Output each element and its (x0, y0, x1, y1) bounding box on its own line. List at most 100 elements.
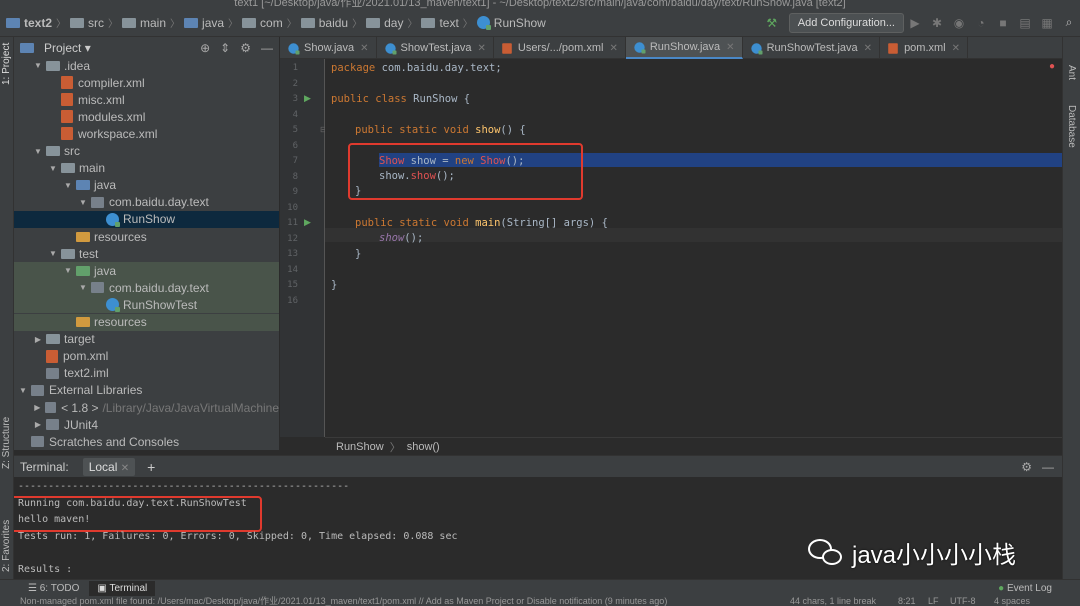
structure-tool-button[interactable]: Z: Structure (1, 417, 12, 469)
folder-icon (46, 146, 60, 156)
expand-arrow-icon[interactable]: ▼ (78, 198, 88, 207)
gear-icon[interactable]: ⚙ (240, 41, 251, 55)
status-position[interactable]: 8:21 (898, 596, 916, 606)
close-icon[interactable]: ✕ (952, 43, 960, 54)
crumb-project[interactable]: text2 〉 (6, 15, 66, 30)
close-icon[interactable]: ✕ (609, 43, 617, 54)
editor-tab[interactable]: RunShow.java ✕ (625, 37, 743, 59)
crumb-runshow[interactable]: RunShow (476, 16, 546, 30)
collapse-icon[interactable]: ⇕ (220, 41, 230, 55)
code-editor[interactable]: package com.baidu.day.text; public class… (325, 59, 1062, 437)
profile-icon[interactable]: ◔ (970, 16, 992, 30)
add-configuration-button[interactable]: Add Configuration... (788, 12, 904, 33)
tree-item[interactable]: ▼ com.baidu.day.text (14, 194, 279, 211)
status-indent[interactable]: 4 spaces (994, 596, 1030, 606)
tree-item[interactable]: resources (14, 228, 279, 245)
run-icon[interactable]: ▶ (904, 16, 926, 30)
expand-arrow-icon[interactable]: ▼ (63, 181, 73, 190)
minimize-icon[interactable]: — (261, 41, 273, 55)
minimize-icon[interactable]: — (1042, 460, 1054, 474)
project-structure-icon[interactable]: ▤ (1014, 16, 1036, 30)
tree-item[interactable]: misc.xml (14, 91, 279, 108)
search-icon[interactable]: ⌕ (1058, 15, 1080, 30)
expand-arrow-icon[interactable]: ▼ (33, 61, 43, 70)
run-gutter-icon[interactable]: ▶ (304, 217, 311, 228)
tree-item-label: workspace.xml (78, 126, 158, 141)
database-tool-button[interactable]: Database (1066, 105, 1077, 148)
crumb-baidu[interactable]: baidu 〉 (300, 15, 362, 30)
tree-item[interactable]: ▼ test (14, 245, 279, 262)
gear-icon[interactable]: ⚙ (1021, 460, 1032, 474)
tree-item[interactable]: modules.xml (14, 108, 279, 125)
code-line-15: } (331, 279, 338, 291)
ant-tool-button[interactable]: Ant (1066, 65, 1077, 80)
run-gutter-icon[interactable]: ▶ (304, 93, 311, 104)
project-tool-button[interactable]: 1: Project (1, 43, 12, 85)
stop-icon[interactable]: ■ (992, 16, 1014, 30)
tree-item[interactable]: pom.xml (14, 348, 279, 365)
tree-item[interactable]: RunShowTest (14, 296, 279, 314)
tree-item[interactable]: ▼ .idea (14, 57, 279, 74)
new-terminal-button[interactable]: + (147, 459, 155, 475)
expand-arrow-icon[interactable]: ▼ (63, 266, 73, 275)
breadcrumb-method[interactable]: show() (407, 441, 440, 453)
collapse-arrow-icon[interactable]: ▶ (33, 335, 43, 344)
editor-tab[interactable]: Users/.../pom.xml ✕ (494, 37, 626, 59)
tree-item[interactable]: ▼ java (14, 177, 279, 194)
crumb-java[interactable]: java 〉 (184, 15, 238, 30)
close-icon[interactable]: ✕ (477, 43, 485, 54)
close-icon[interactable]: ✕ (864, 43, 872, 54)
status-line-separator[interactable]: LF (928, 596, 939, 606)
project-view-selector[interactable]: Project ▾ (44, 41, 91, 55)
close-icon[interactable]: ✕ (726, 42, 734, 53)
expand-arrow-icon[interactable]: ▼ (48, 249, 58, 258)
window-title: text1 [~/Desktop/java/作业/2021.01/13_mave… (0, 0, 1080, 9)
editor-tab[interactable]: ShowTest.java ✕ (377, 37, 494, 59)
tree-item[interactable]: ▶ < 1.8 >/Library/Java/JavaVirtualMachine (14, 399, 279, 416)
crumb-com[interactable]: com 〉 (242, 15, 297, 30)
tree-item[interactable]: ▼ com.baidu.day.text (14, 279, 279, 297)
terminal-tab[interactable]: ▣ Terminal (89, 580, 156, 596)
todo-tab[interactable]: ☰ 6: TODO (28, 583, 79, 594)
editor-tab[interactable]: RunShowTest.java ✕ (743, 37, 881, 59)
status-encoding[interactable]: UTF-8 (950, 596, 976, 606)
locate-icon[interactable]: ⊕ (200, 41, 210, 55)
coverage-icon[interactable]: ◉ (948, 16, 970, 30)
crumb-text[interactable]: text 〉 (421, 15, 473, 30)
hammer-icon[interactable]: ⚒ (761, 16, 783, 30)
tree-item[interactable]: ▼ External Libraries (14, 382, 279, 399)
crumb-day[interactable]: day 〉 (366, 15, 417, 30)
status-message[interactable]: Non-managed pom.xml file found: /Users/m… (20, 596, 667, 606)
favorites-tool-button[interactable]: 2: Favorites (1, 520, 12, 572)
tree-item[interactable]: resources (14, 313, 279, 331)
sdk-icon[interactable]: ▦ (1036, 16, 1058, 30)
editor-tab-label: pom.xml (904, 42, 946, 54)
tree-item[interactable]: RunShow (14, 210, 279, 228)
tree-item[interactable]: text2.iml (14, 365, 279, 382)
terminal-tab-local[interactable]: Local ✕ (82, 457, 136, 476)
tree-item[interactable]: ▶ JUnit4 (14, 416, 279, 433)
close-icon[interactable]: ✕ (360, 43, 368, 54)
collapse-arrow-icon[interactable]: ▶ (33, 403, 42, 412)
tree-item[interactable]: ▼ java (14, 262, 279, 280)
tree-item[interactable]: workspace.xml (14, 125, 279, 142)
expand-arrow-icon[interactable]: ▼ (48, 164, 58, 173)
debug-icon[interactable]: ✱ (926, 16, 948, 30)
expand-arrow-icon[interactable]: ▼ (18, 386, 28, 395)
crumb-src[interactable]: src 〉 (70, 15, 118, 30)
editor-tab[interactable]: pom.xml ✕ (880, 37, 969, 59)
event-log-tab[interactable]: ● Event Log (998, 583, 1052, 594)
code-line-12: show(); (379, 232, 424, 244)
expand-arrow-icon[interactable]: ▼ (33, 147, 43, 156)
tree-item[interactable]: ▼ src (14, 143, 279, 160)
breadcrumb-class[interactable]: RunShow (336, 441, 384, 453)
tree-item[interactable]: compiler.xml (14, 74, 279, 91)
expand-arrow-icon[interactable]: ▼ (78, 283, 88, 292)
tree-item[interactable]: Scratches and Consoles (14, 433, 279, 450)
xml-file-icon (888, 42, 898, 54)
crumb-main[interactable]: main 〉 (122, 15, 180, 30)
collapse-arrow-icon[interactable]: ▶ (33, 420, 43, 429)
tree-item[interactable]: ▼ main (14, 160, 279, 177)
tree-item[interactable]: ▶ target (14, 331, 279, 348)
editor-tab[interactable]: Show.java ✕ (280, 37, 377, 59)
